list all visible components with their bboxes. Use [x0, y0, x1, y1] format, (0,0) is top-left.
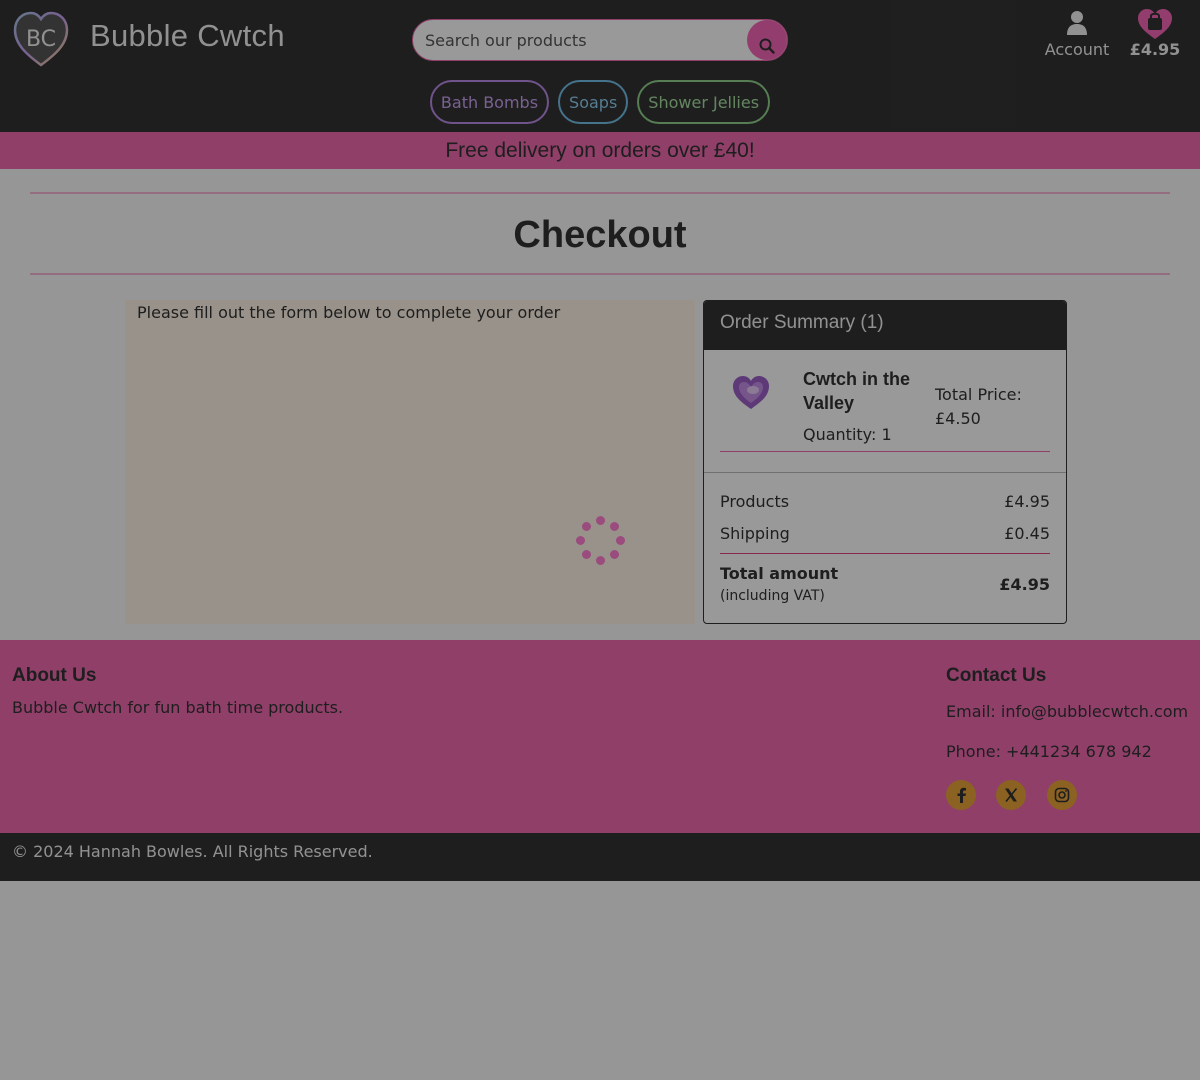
- loading-overlay: [0, 0, 1200, 1080]
